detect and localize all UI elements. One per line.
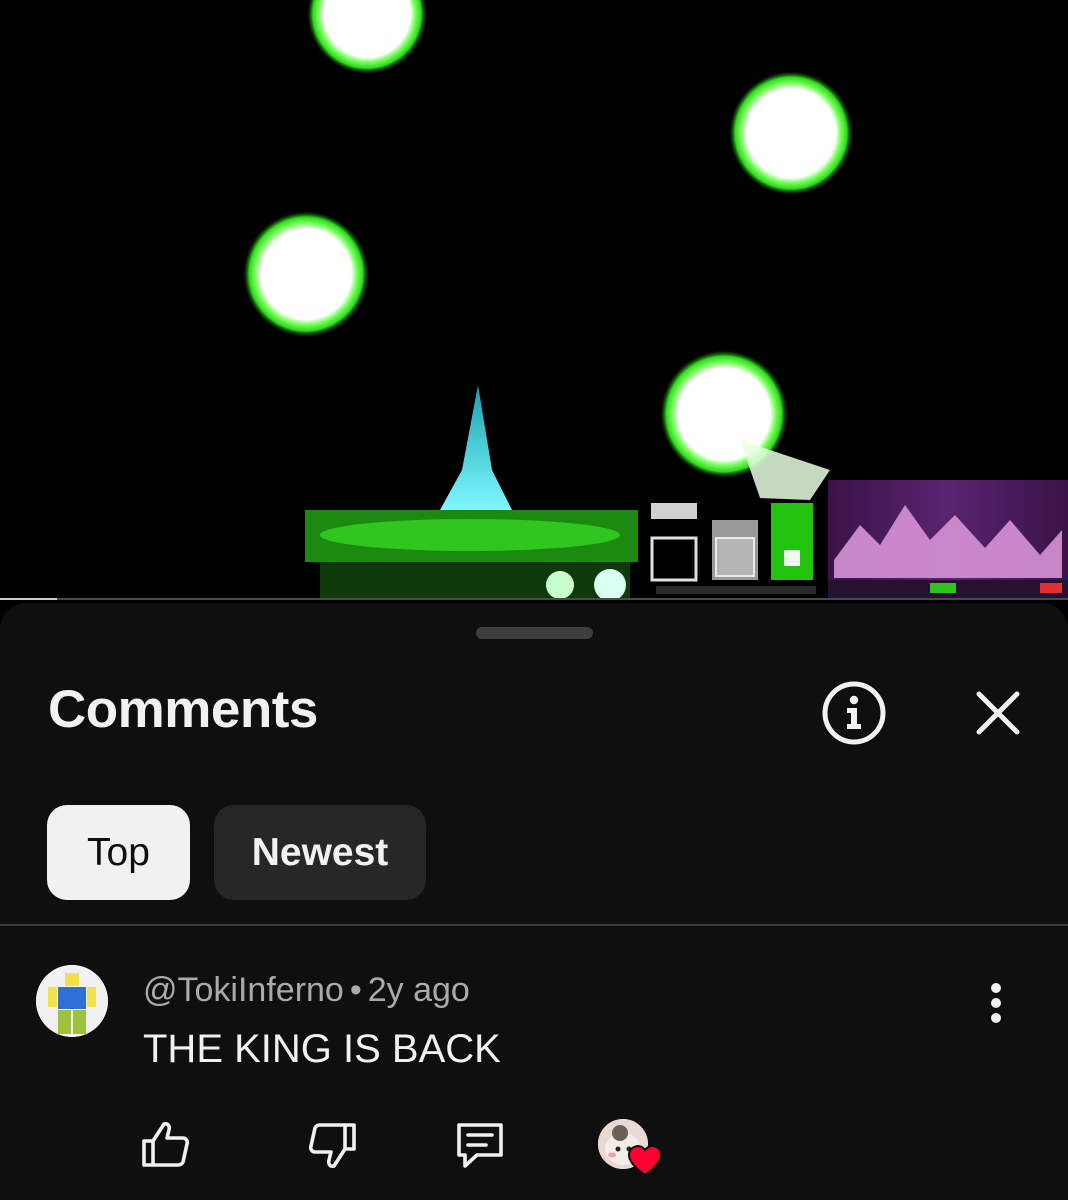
orb [307, 0, 427, 74]
thumbs-up-icon [142, 1122, 190, 1167]
thumbs-down-icon [308, 1123, 356, 1168]
filter-chip-top[interactable]: Top [47, 805, 190, 900]
roblox-avatar-image [36, 965, 108, 1037]
comment-age: 2y ago [367, 971, 470, 1009]
comment-meta: @TokiInferno • 2y ago [143, 971, 470, 1010]
comment-author[interactable]: @TokiInferno [143, 971, 344, 1009]
comment-text: THE KING IS BACK [143, 1027, 501, 1071]
orb [243, 211, 369, 337]
video-player[interactable] [0, 0, 1068, 600]
meta-separator: • [349, 971, 362, 1009]
divider [0, 924, 1068, 926]
drag-handle[interactable] [476, 627, 593, 639]
close-icon [976, 691, 1020, 735]
reply-icon [457, 1123, 503, 1168]
more-vertical-icon [991, 983, 1001, 1023]
filter-chip-newest[interactable]: Newest [214, 805, 426, 900]
comments-sheet: Comments Top Newest @TokiInferno • 2y ago … [0, 603, 1068, 1200]
reply-button[interactable] [448, 1113, 512, 1177]
video-progress-bar[interactable] [0, 598, 1068, 600]
creator-heart-badge [598, 1119, 664, 1179]
orb [729, 71, 853, 195]
video-progress-played [0, 598, 57, 600]
heart-icon [628, 1145, 662, 1177]
dislike-button[interactable] [300, 1113, 364, 1177]
info-button[interactable] [818, 677, 890, 749]
like-button[interactable] [134, 1113, 198, 1177]
comment-more-button[interactable] [970, 979, 1022, 1027]
comments-title: Comments [48, 680, 318, 739]
info-icon [822, 681, 886, 745]
avatar[interactable] [36, 965, 108, 1037]
close-button[interactable] [962, 677, 1034, 749]
video-frame [243, 0, 1068, 600]
